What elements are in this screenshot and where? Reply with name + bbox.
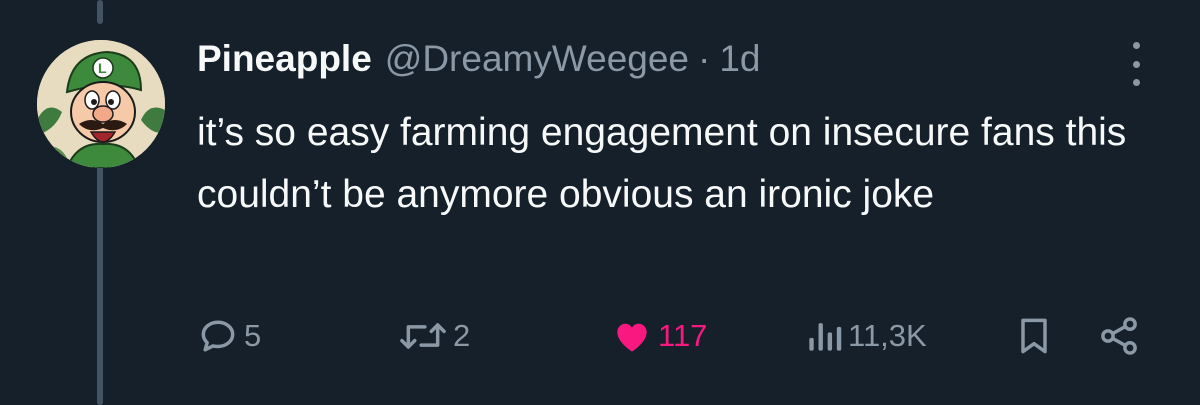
heart-filled-icon (617, 323, 647, 352)
like-button[interactable]: 117 (610, 308, 707, 364)
like-count: 117 (658, 318, 708, 353)
reply-bubble-icon (201, 320, 235, 352)
timestamp[interactable]: 1d (719, 38, 760, 80)
retweet-button[interactable]: 2 (397, 308, 470, 364)
thread-line-bottom (97, 165, 103, 405)
view-count: 11,3K (848, 318, 927, 353)
display-name[interactable]: Pineapple (197, 38, 372, 80)
more-dots-icon (1132, 42, 1140, 49)
retweet-icon (400, 323, 446, 349)
bookmark-button[interactable] (1012, 308, 1056, 364)
more-dot (1132, 60, 1140, 68)
header-separator: · (698, 38, 711, 79)
retweet-count: 2 (453, 318, 471, 353)
user-handle[interactable]: @DreamyWeegee (385, 38, 689, 80)
avatar[interactable]: L (37, 40, 165, 168)
tweet-text: it’s so easy farming engagement on insec… (197, 111, 1127, 216)
svg-text:L: L (98, 60, 107, 76)
share-button[interactable] (1095, 308, 1143, 364)
more-options-button[interactable] (1122, 42, 1150, 86)
action-bar: 5 2 117 11,3K (0, 308, 1200, 364)
more-dot (1132, 79, 1140, 86)
avatar-image: L (37, 40, 165, 168)
share-icon (1101, 317, 1137, 355)
views-button[interactable]: 11,3K (804, 308, 927, 364)
reply-button[interactable]: 5 (196, 308, 261, 364)
reply-count: 5 (244, 318, 262, 353)
bookmark-icon (1021, 318, 1047, 354)
tweet-header: Pineapple @DreamyWeegee · 1d (197, 38, 761, 82)
thread-line-top (97, 0, 103, 24)
views-bars-icon (809, 323, 842, 351)
